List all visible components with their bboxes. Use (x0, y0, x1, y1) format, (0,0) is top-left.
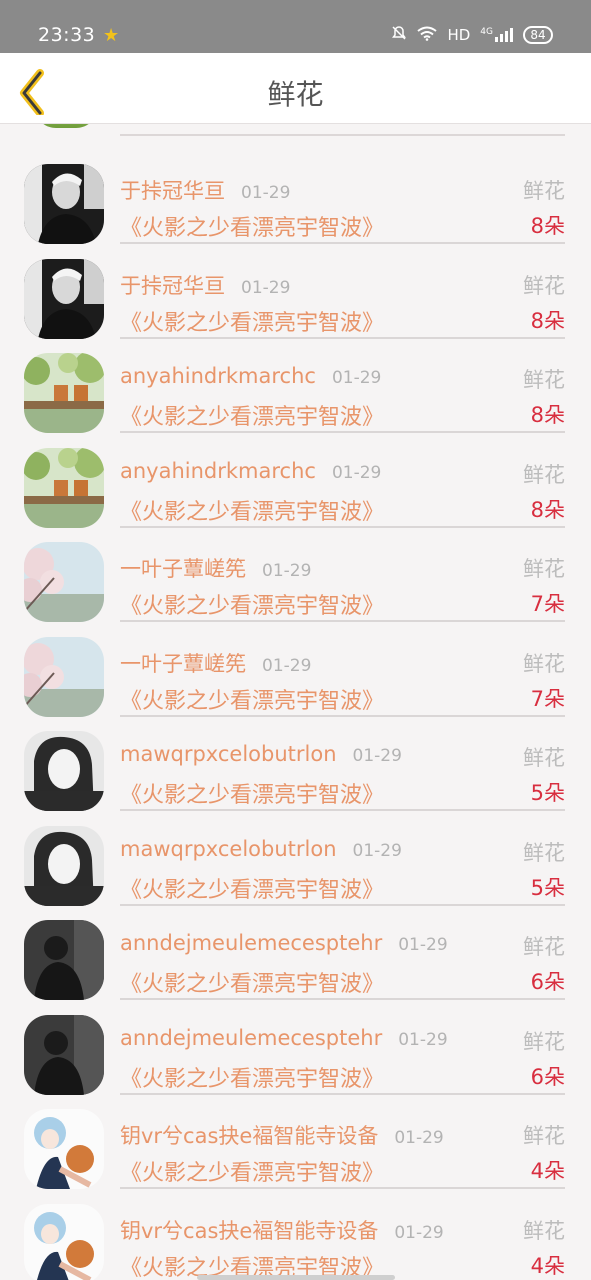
list-item[interactable]: 一叶子蕈嵯筅 01-29 鲜花 《火影之少看漂亮宇智波》 7朵 (0, 609, 591, 717)
wifi-icon (417, 26, 438, 45)
date: 01-29 (262, 561, 312, 581)
gift-label: 鲜花 (523, 557, 565, 581)
gift-label: 鲜花 (523, 746, 565, 770)
user-name-text: anndejmeulemecesptehr (120, 931, 383, 955)
date: 01-29 (331, 368, 382, 388)
user-name-text: 钥vr兮cas抉e褔智能寺设备 (120, 1218, 379, 1243)
date: 01-29 (241, 183, 291, 203)
user-name-text: 一叶子蕈嵯筅 (120, 557, 246, 581)
list-item[interactable]: anyahindrkmarchc 01-29 鲜花 《火影之少看漂亮宇智波》 8朵 (0, 325, 591, 433)
user-name-text: 一叶子蕈嵯筅 (120, 651, 246, 676)
hd-indicator: HD (447, 26, 471, 44)
user-name[interactable]: mawqrpxcelobutrlon 01-29 (120, 837, 402, 861)
user-name[interactable]: anndejmeulemecesptehr 01-29 (120, 931, 448, 955)
user-name[interactable]: 于挊冠华亘 01-29 (120, 175, 290, 205)
flower-list: 于挊冠华亘 01-29 鲜花 《火影之少看漂亮宇智波》 8朵 于挊冠华亘 01-29 鲜花 《火… (0, 124, 591, 1280)
gift-label: 鲜花 (523, 462, 565, 487)
gift-label: 鲜花 (523, 651, 565, 676)
date: 01-29 (398, 935, 448, 955)
status-time: 23:33 (38, 24, 96, 46)
user-name-text: anndejmeulemecesptehr (120, 1025, 383, 1050)
gift-label: 鲜花 (523, 1218, 565, 1243)
date: 01-29 (394, 1222, 444, 1243)
gift-label: 鲜花 (523, 1029, 565, 1054)
list-item[interactable]: mawqrpxcelobutrlon 01-29 鲜花 《火影之少看漂亮宇智波》 5朵 (0, 703, 591, 811)
gift-label: 鲜花 (523, 935, 565, 959)
list-item[interactable]: 钥vr兮cas抉e褔智能寺设备 01-29 鲜花 《火影之少看漂亮宇智波》 4朵 (0, 1081, 591, 1189)
user-name-text: 钥vr兮cas抉e褔智能寺设备 (120, 1124, 379, 1148)
cell-type: 4G (480, 27, 493, 37)
user-name-text: 于挊冠华亘 (120, 273, 225, 298)
user-name[interactable]: 钥vr兮cas抉e褔智能寺设备 01-29 (120, 1215, 444, 1245)
date: 01-29 (241, 277, 291, 298)
list-item[interactable]: 于挊冠华亘 01-29 鲜花 《火影之少看漂亮宇智波》 8朵 (0, 136, 591, 244)
date: 01-29 (352, 746, 402, 766)
user-name[interactable]: 于挊冠华亘 01-29 (120, 270, 290, 300)
star-icon: ★ (103, 25, 120, 46)
date: 01-29 (394, 1128, 444, 1148)
avatar (34, 124, 98, 128)
signal-icon: 4G (480, 28, 513, 42)
battery-icon: 84 (523, 26, 553, 44)
user-name-text: anyahindrkmarchc (120, 458, 316, 483)
page-title: 鲜花 (267, 78, 324, 111)
user-name[interactable]: anyahindrkmarchc 01-29 (120, 364, 381, 388)
user-name[interactable]: anyahindrkmarchc 01-29 (120, 459, 381, 483)
date: 01-29 (398, 1029, 448, 1050)
user-name[interactable]: mawqrpxcelobutrlon 01-29 (120, 742, 402, 766)
flower-count: 4朵 (530, 1253, 565, 1278)
date: 01-29 (352, 840, 402, 861)
home-indicator[interactable] (197, 1275, 395, 1280)
gift-label: 鲜花 (523, 273, 565, 298)
status-bar: 23:33 ★ HD 4G 84 (0, 0, 591, 53)
status-icons: HD 4G 84 (391, 25, 553, 45)
user-name[interactable]: 一叶子蕈嵯筅 01-29 (120, 648, 311, 678)
list-item[interactable]: anndejmeulemecesptehr 01-29 鲜花 《火影之少看漂亮宇智波》… (0, 987, 591, 1095)
list-item[interactable]: 一叶子蕈嵯筅 01-29 鲜花 《火影之少看漂亮宇智波》 7朵 (0, 514, 591, 622)
user-name-text: anyahindrkmarchc (120, 364, 316, 388)
avatar[interactable] (24, 1203, 104, 1280)
user-name[interactable]: anndejmeulemecesptehr 01-29 (120, 1026, 448, 1050)
header: 鲜花 (0, 53, 591, 124)
gift-label: 鲜花 (523, 179, 565, 203)
gift-label: 鲜花 (523, 1124, 565, 1148)
user-name[interactable]: 钥vr兮cas抉e褔智能寺设备 01-29 (120, 1120, 444, 1150)
list-item[interactable]: 钥vr兮cas抉e褔智能寺设备 01-29 鲜花 《火影之少看漂亮宇智波》 4朵 (0, 1176, 591, 1280)
list-item[interactable]: anndejmeulemecesptehr 01-29 鲜花 《火影之少看漂亮宇智波》… (0, 892, 591, 1000)
user-name-text: mawqrpxcelobutrlon (120, 742, 337, 766)
user-name-text: 于挊冠华亘 (120, 179, 225, 203)
mute-bell-icon (391, 25, 407, 45)
list-item[interactable]: 于挊冠华亘 01-29 鲜花 《火影之少看漂亮宇智波》 8朵 (0, 231, 591, 339)
date: 01-29 (331, 462, 382, 483)
user-name[interactable]: 一叶子蕈嵯筅 01-29 (120, 553, 311, 583)
list-item-partial (0, 124, 591, 136)
list-item[interactable]: anyahindrkmarchc 01-29 鲜花 《火影之少看漂亮宇智波》 8朵 (0, 420, 591, 528)
user-name-text: mawqrpxcelobutrlon (120, 836, 337, 861)
list-item[interactable]: mawqrpxcelobutrlon 01-29 鲜花 《火影之少看漂亮宇智波》 5朵 (0, 798, 591, 906)
gift-label: 鲜花 (523, 368, 565, 392)
date: 01-29 (262, 655, 312, 676)
gift-label: 鲜花 (523, 840, 565, 865)
